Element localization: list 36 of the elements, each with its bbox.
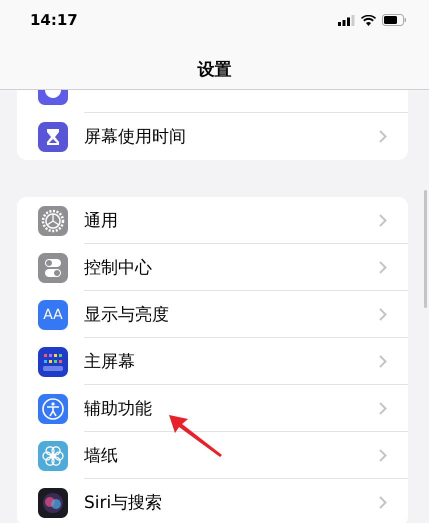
chevron-icon — [379, 402, 387, 415]
accessibility-icon — [38, 394, 68, 424]
row-label: 屏幕使用时间 — [84, 126, 187, 148]
row-label: 通用 — [84, 210, 119, 232]
chevron-icon — [379, 355, 387, 368]
chevron-icon — [379, 261, 387, 274]
chevron-icon — [379, 214, 387, 227]
row-label: 主屏幕 — [84, 351, 136, 373]
settings-row[interactable]: 主屏幕 — [17, 338, 408, 385]
flower-icon — [38, 440, 68, 470]
toggles-icon — [38, 252, 68, 282]
chevron-icon — [379, 449, 387, 462]
gear-icon — [38, 206, 68, 236]
settings-row[interactable]: 通用 — [17, 197, 408, 244]
settings-row[interactable]: AA 显示与亮度 — [17, 291, 408, 338]
wifi-icon — [361, 14, 376, 26]
settings-row[interactable]: 控制中心 — [17, 244, 408, 291]
row-label: 控制中心 — [84, 257, 153, 279]
chevron-icon — [379, 308, 387, 321]
grid-icon — [38, 346, 68, 376]
row-label: 显示与亮度 — [84, 304, 170, 326]
row-label: Siri与搜索 — [84, 492, 164, 514]
battery-icon — [382, 14, 407, 26]
status-time: 14:17 — [30, 11, 79, 29]
chevron-icon — [379, 130, 387, 143]
row-label: 辅助功能 — [84, 398, 153, 420]
chevron-icon — [379, 496, 387, 509]
hourglass-icon — [38, 122, 68, 152]
orb-icon — [38, 488, 68, 518]
settings-row[interactable]: Siri与搜索 — [17, 479, 408, 523]
page-title: 设置 — [196, 59, 232, 81]
annotation-arrow — [166, 412, 224, 458]
signal-icon — [338, 14, 355, 26]
row-label: 墙纸 — [84, 445, 119, 467]
text-size-icon: AA — [38, 300, 68, 330]
settings-row[interactable]: 墙纸 — [17, 432, 408, 479]
